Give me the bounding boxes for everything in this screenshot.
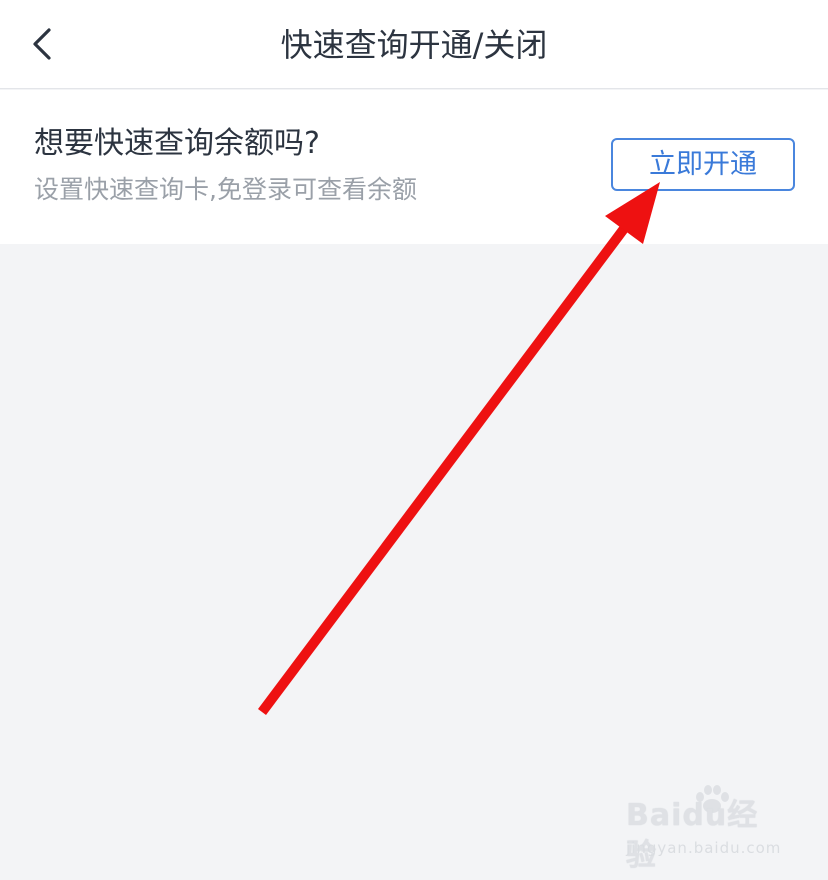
- screen: 快速查询开通/关闭 想要快速查询余额吗? 设置快速查询卡,免登录可查看余额 立即…: [0, 0, 828, 880]
- card-title: 想要快速查询余额吗?: [34, 126, 320, 161]
- quick-query-card: 想要快速查询余额吗? 设置快速查询卡,免登录可查看余额 立即开通: [0, 90, 828, 244]
- baidu-jingyan-watermark: Baidu经验 jingyan.baidu.com: [626, 785, 786, 873]
- watermark-url: jingyan.baidu.com: [626, 839, 782, 857]
- navigation-bar: 快速查询开通/关闭: [0, 0, 828, 89]
- arrow-shaft: [257, 215, 637, 715]
- open-now-button[interactable]: 立即开通: [611, 138, 795, 191]
- card-subtitle: 设置快速查询卡,免登录可查看余额: [34, 175, 417, 204]
- watermark-brand: Baidu经验: [626, 798, 759, 873]
- page-title: 快速查询开通/关闭: [280, 26, 548, 64]
